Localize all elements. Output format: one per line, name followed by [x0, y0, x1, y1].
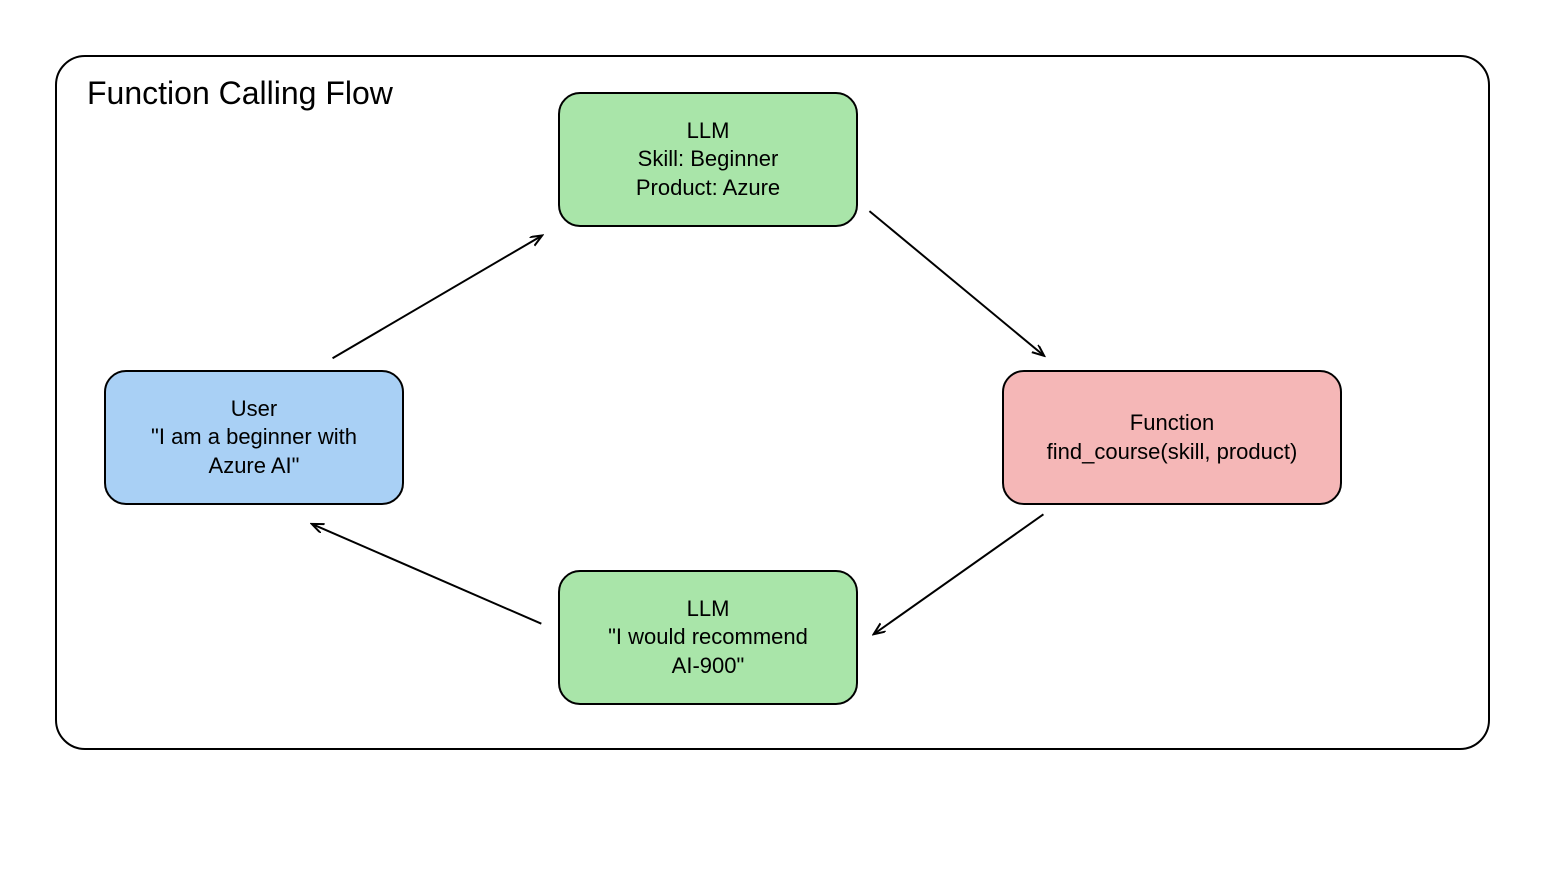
node-llm-top: LLM Skill: Beginner Product: Azure: [558, 92, 858, 227]
node-llm-bottom-line1: LLM: [687, 595, 730, 624]
node-function-line2: find_course(skill, product): [1047, 438, 1298, 467]
edge-user-to-llm: [333, 236, 542, 358]
node-user-line3: Azure AI": [209, 452, 300, 481]
node-llm-top-line2: Skill: Beginner: [638, 145, 779, 174]
edge-llm-to-user: [313, 524, 542, 623]
node-llm-bottom-line2: "I would recommend: [608, 623, 808, 652]
node-llm-bottom-line3: AI-900": [672, 652, 745, 681]
diagram-frame: Function Calling Flow User "I am a begin…: [55, 55, 1490, 750]
diagram-title: Function Calling Flow: [87, 75, 393, 112]
node-user: User "I am a beginner with Azure AI": [104, 370, 404, 505]
node-user-line1: User: [231, 395, 277, 424]
node-llm-bottom: LLM "I would recommend AI-900": [558, 570, 858, 705]
node-llm-top-line3: Product: Azure: [636, 174, 780, 203]
edge-function-to-llm: [874, 514, 1043, 633]
node-function-line1: Function: [1130, 409, 1214, 438]
node-function: Function find_course(skill, product): [1002, 370, 1342, 505]
node-llm-top-line1: LLM: [687, 117, 730, 146]
node-user-line2: "I am a beginner with: [151, 423, 357, 452]
edge-llm-to-function: [869, 211, 1043, 355]
